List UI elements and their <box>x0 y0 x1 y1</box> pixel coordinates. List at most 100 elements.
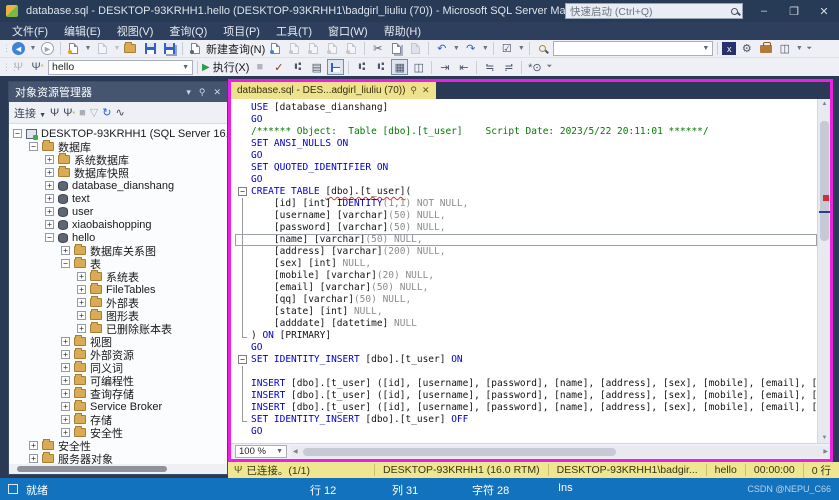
expand-icon[interactable]: + <box>61 402 70 411</box>
menu-item[interactable]: 窗口(W) <box>320 22 376 40</box>
task-list-button[interactable]: ☑ <box>498 41 515 57</box>
code-line[interactable]: SET QUOTED_IDENTIFIER ON <box>235 162 817 174</box>
comment-button[interactable]: ⇥ <box>436 59 453 75</box>
tree-item[interactable]: −DESKTOP-93KRHH1 (SQL Server 16.0.1000 <box>9 127 227 140</box>
live-query-stats-button[interactable]: ⑆ <box>372 59 389 75</box>
refresh-icon[interactable]: ↻ <box>102 106 111 119</box>
code-line[interactable]: GO <box>235 342 817 354</box>
tree-item[interactable]: +数据库关系图 <box>9 244 227 257</box>
code-line[interactable]: [id] [int] IDENTITY(1,1) NOT NULL, <box>235 198 817 210</box>
database-engine-query-button[interactable] <box>267 41 284 57</box>
code-line[interactable]: −CREATE TABLE [dbo].[t_user]( <box>235 186 817 198</box>
expand-icon[interactable]: + <box>77 272 86 281</box>
save-all-button[interactable] <box>161 41 178 57</box>
code-area[interactable]: USE [database_dianshang]GO/****** Object… <box>231 99 817 443</box>
editor-tab[interactable]: database.sql - DES...adgirl_liuliu (70))… <box>231 82 436 99</box>
tree-item[interactable]: +database_dianshang <box>9 179 227 192</box>
code-line[interactable]: GO <box>235 114 817 126</box>
code-line[interactable]: [state] [int] NULL, <box>235 306 817 318</box>
expand-icon[interactable]: + <box>45 168 54 177</box>
expand-icon[interactable]: + <box>61 428 70 437</box>
navigate-forward-button[interactable]: ► <box>39 41 56 57</box>
tree-item[interactable]: +可编程性 <box>9 374 227 387</box>
code-line[interactable]: /****** Object: Table [dbo].[t_user] Scr… <box>235 126 817 138</box>
uncomment-button[interactable]: ⇤ <box>455 59 472 75</box>
menu-item[interactable]: 编辑(E) <box>56 22 109 40</box>
code-line[interactable]: [adddate] [datetime] NULL <box>235 318 817 330</box>
include-actual-plan-button[interactable]: ⑆ <box>353 59 370 75</box>
xevent-button[interactable]: x <box>722 42 736 55</box>
fold-collapse-icon[interactable]: − <box>238 187 247 196</box>
navigate-back-button[interactable]: ◄ <box>10 41 27 57</box>
menu-item[interactable]: 项目(P) <box>215 22 268 40</box>
code-line[interactable] <box>235 366 817 378</box>
expand-icon[interactable]: + <box>45 155 54 164</box>
analysis-daxx-query-button[interactable] <box>343 41 360 57</box>
expand-icon[interactable]: + <box>61 363 70 372</box>
code-line[interactable]: SET IDENTITY_INSERT [dbo].[t_user] OFF <box>235 414 817 426</box>
tools-gear-icon[interactable]: ⚙ <box>738 41 755 57</box>
code-line[interactable]: GO <box>235 174 817 186</box>
new-file-dropdown-icon[interactable]: ▼ <box>84 45 92 52</box>
scroll-right-icon[interactable]: ▶ <box>823 446 828 458</box>
collapse-icon[interactable]: − <box>45 233 54 242</box>
code-line[interactable]: INSERT [dbo].[t_user] ([id], [username],… <box>235 402 817 414</box>
tree-item[interactable]: +安全性 <box>9 439 227 452</box>
toolbar-overflow-icon[interactable]: ⏷ <box>805 45 813 53</box>
code-line[interactable]: [username] [varchar](50) NULL, <box>235 210 817 222</box>
decrease-indent-button[interactable]: ≒ <box>481 59 498 75</box>
object-explorer-hscrollbar[interactable] <box>9 464 227 474</box>
quick-launch-input[interactable]: 快速启动 (Ctrl+Q) <box>565 3 743 19</box>
tree-item[interactable]: +Service Broker <box>9 400 227 413</box>
scroll-left-icon[interactable]: ◀ <box>293 446 298 458</box>
tree-item[interactable]: +已删除账本表 <box>9 322 227 335</box>
tree-item[interactable]: −数据库 <box>9 140 227 153</box>
pin-icon[interactable]: ⚲ <box>410 85 417 96</box>
expand-icon[interactable]: + <box>45 181 54 190</box>
tree-item[interactable]: +FileTables <box>9 283 227 296</box>
code-line[interactable]: INSERT [dbo].[t_user] ([id], [username],… <box>235 378 817 390</box>
menu-item[interactable]: 帮助(H) <box>376 22 429 40</box>
collapse-icon[interactable]: − <box>29 142 38 151</box>
expand-icon[interactable]: + <box>61 389 70 398</box>
close-button[interactable]: ✕ <box>809 0 839 22</box>
undo-button[interactable]: ↶ <box>433 41 450 57</box>
expand-icon[interactable]: + <box>29 454 38 463</box>
analysis-xmla-query-button[interactable] <box>324 41 341 57</box>
open-file-button[interactable] <box>123 41 140 57</box>
add-item-button[interactable] <box>94 41 111 57</box>
new-query-icon[interactable] <box>187 41 204 57</box>
activity-monitor-icon[interactable]: ∿ <box>115 106 124 119</box>
editor-vscrollbar[interactable]: ▲ ▼ <box>817 99 830 443</box>
hscroll-thumb[interactable] <box>303 448 616 456</box>
code-line[interactable]: [address] [varchar](200) NULL, <box>235 246 817 258</box>
connect-icon[interactable]: Ψ <box>10 59 27 75</box>
tree-item[interactable]: +xiaobaishopping <box>9 218 227 231</box>
tree-item[interactable]: +外部表 <box>9 296 227 309</box>
available-databases-combo[interactable]: hello ▼ <box>48 60 193 75</box>
close-icon[interactable]: ✕ <box>213 87 221 98</box>
pin-icon[interactable]: ⚲ <box>199 87 206 98</box>
filter-icon[interactable]: ▽ <box>90 106 98 119</box>
results-to-grid-button[interactable]: ▦ <box>391 59 408 75</box>
increase-indent-button[interactable]: ≓ <box>500 59 517 75</box>
new-query-button[interactable]: 新建查询(N) <box>206 41 265 57</box>
query-options-button[interactable]: ▤ <box>308 59 325 75</box>
expand-icon[interactable]: + <box>77 285 86 294</box>
tree-item[interactable]: +外部资源 <box>9 348 227 361</box>
expand-icon[interactable]: + <box>77 298 86 307</box>
code-line[interactable]: ) ON [PRIMARY] <box>235 330 817 342</box>
disconnect-plug-icon[interactable]: Ψ* <box>63 107 75 119</box>
maximize-button[interactable]: ❐ <box>779 0 809 22</box>
code-line[interactable]: GO <box>235 426 817 438</box>
close-icon[interactable]: ✕ <box>422 85 430 96</box>
code-line-current[interactable]: [name] [varchar](50) NULL, <box>235 234 817 246</box>
change-connection-icon[interactable]: Ψ* <box>29 59 46 75</box>
tree-item[interactable]: +系统数据库 <box>9 153 227 166</box>
code-line[interactable]: [qq] [varchar](50) NULL, <box>235 294 817 306</box>
save-button[interactable] <box>142 41 159 57</box>
tree-item[interactable]: −表 <box>9 257 227 270</box>
zoom-level-combo[interactable]: 100 % ▼ <box>235 445 287 458</box>
expand-icon[interactable]: + <box>29 441 38 450</box>
connect-plug-icon[interactable]: Ψ <box>50 107 59 119</box>
